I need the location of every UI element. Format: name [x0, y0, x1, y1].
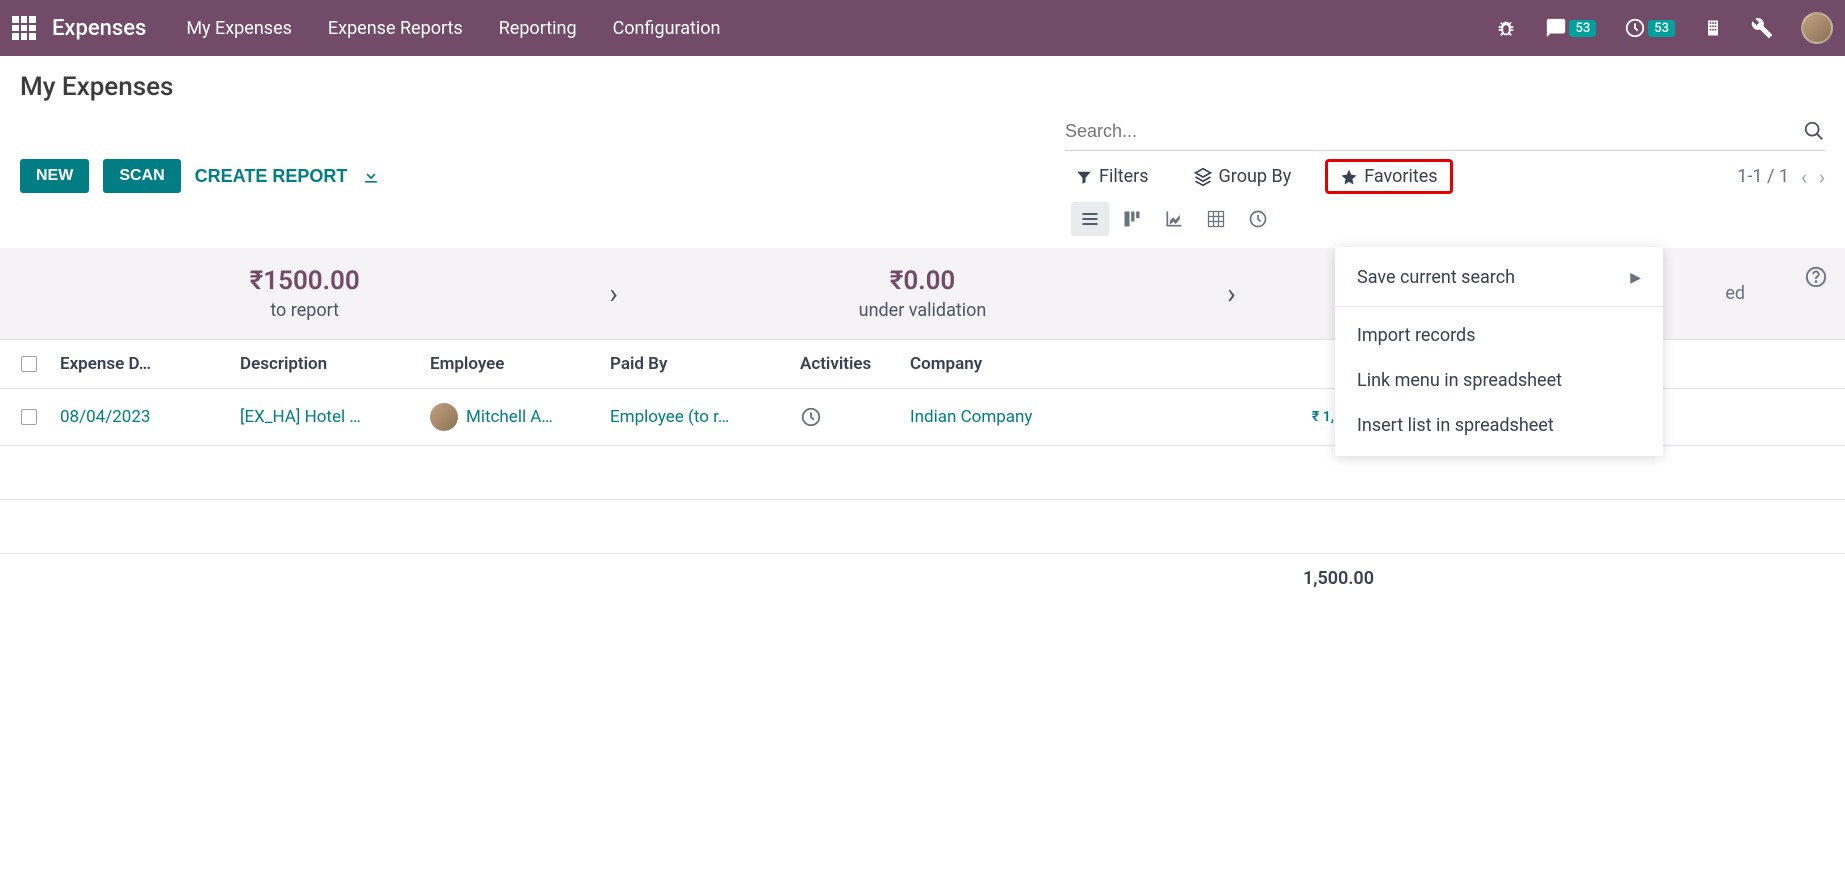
- groupby-label: Group By: [1219, 166, 1292, 187]
- cell-date[interactable]: 08/04/2023: [54, 407, 234, 427]
- search-icon[interactable]: [1803, 120, 1825, 142]
- th-employee[interactable]: Employee: [424, 354, 604, 374]
- kpi-arrow-icon: ›: [589, 277, 637, 310]
- footer-total: 1,500.00: [1184, 568, 1384, 589]
- spacer-row: [0, 500, 1845, 554]
- dropdown-separator: [1335, 306, 1663, 307]
- pager-text: 1-1 / 1: [1737, 166, 1789, 187]
- tools-icon[interactable]: [1751, 17, 1773, 39]
- building-icon[interactable]: [1703, 18, 1723, 38]
- scan-button[interactable]: SCAN: [103, 159, 180, 193]
- download-icon[interactable]: [361, 166, 381, 186]
- bug-icon[interactable]: [1495, 17, 1517, 39]
- row-checkbox[interactable]: [21, 409, 37, 425]
- groupby-button[interactable]: Group By: [1183, 160, 1302, 193]
- dropdown-insert-label: Insert list in spreadsheet: [1357, 415, 1554, 436]
- th-description[interactable]: Description: [234, 354, 424, 374]
- search-input[interactable]: [1065, 121, 1803, 142]
- dropdown-insert-list[interactable]: Insert list in spreadsheet: [1335, 403, 1663, 448]
- view-switcher: [1065, 202, 1825, 236]
- cell-paidby[interactable]: Employee (to r…: [604, 407, 794, 427]
- kpi-to-report-label: to report: [20, 300, 589, 321]
- table-footer: 1,500.00: [0, 554, 1845, 603]
- kpi-under-validation[interactable]: ₹0.00 under validation: [638, 266, 1207, 321]
- help-icon[interactable]: [1805, 266, 1827, 288]
- view-graph-icon[interactable]: [1155, 202, 1193, 236]
- header-right: Filters Group By Favorites 1-1 / 1 ‹ › S…: [1065, 116, 1825, 236]
- dropdown-save-label: Save current search: [1357, 267, 1515, 288]
- top-nav: Expenses My Expenses Expense Reports Rep…: [0, 0, 1845, 56]
- cell-company[interactable]: Indian Company: [904, 407, 1184, 427]
- nav-reporting[interactable]: Reporting: [499, 18, 577, 39]
- clock-icon[interactable]: 53: [1624, 17, 1675, 39]
- pager-next-icon[interactable]: ›: [1819, 165, 1825, 189]
- page-title: My Expenses: [20, 72, 1825, 102]
- toolbar-row: Filters Group By Favorites 1-1 / 1 ‹ › S…: [1065, 159, 1825, 194]
- th-paidby[interactable]: Paid By: [604, 354, 794, 374]
- kpi-to-report-value: ₹1500.00: [20, 266, 589, 296]
- create-report-button[interactable]: CREATE REPORT: [195, 166, 348, 187]
- view-pivot-icon[interactable]: [1197, 202, 1235, 236]
- cell-activities[interactable]: [794, 406, 904, 428]
- th-activities[interactable]: Activities: [794, 354, 904, 374]
- apps-icon[interactable]: [12, 16, 36, 40]
- cell-description[interactable]: [EX_HA] Hotel …: [234, 407, 424, 427]
- pager-prev-icon[interactable]: ‹: [1801, 165, 1807, 189]
- nav-my-expenses[interactable]: My Expenses: [186, 18, 292, 39]
- kpi-under-label: under validation: [638, 300, 1207, 321]
- dropdown-import[interactable]: Import records: [1335, 313, 1663, 358]
- search-bar: [1065, 116, 1825, 151]
- chat-icon[interactable]: 53: [1545, 17, 1596, 39]
- chat-badge: 53: [1569, 20, 1596, 37]
- favorites-button[interactable]: Favorites: [1325, 159, 1452, 194]
- view-list-icon[interactable]: [1071, 202, 1109, 236]
- app-brand[interactable]: Expenses: [52, 16, 146, 41]
- filters-label: Filters: [1099, 166, 1149, 187]
- employee-name: Mitchell A…: [466, 407, 553, 427]
- new-button[interactable]: NEW: [20, 159, 89, 193]
- header-actions: NEW SCAN CREATE REPORT: [20, 159, 381, 193]
- th-date[interactable]: Expense D…: [54, 354, 234, 374]
- th-company[interactable]: Company: [904, 354, 1184, 374]
- clock-badge: 53: [1648, 20, 1675, 37]
- kpi-under-value: ₹0.00: [638, 266, 1207, 296]
- select-all-checkbox[interactable]: [21, 356, 37, 372]
- topnav-right: 53 53: [1495, 12, 1833, 44]
- kpi-arrow-icon: ›: [1207, 277, 1255, 310]
- favorites-label: Favorites: [1364, 166, 1437, 187]
- favorites-dropdown: Save current search ▶ Import records Lin…: [1335, 247, 1663, 456]
- nav-expense-reports[interactable]: Expense Reports: [328, 18, 463, 39]
- nav-configuration[interactable]: Configuration: [613, 18, 721, 39]
- filters-button[interactable]: Filters: [1065, 160, 1159, 193]
- pager: 1-1 / 1 ‹ ›: [1737, 165, 1825, 189]
- view-activity-icon[interactable]: [1239, 202, 1277, 236]
- kpi-to-report[interactable]: ₹1500.00 to report: [20, 266, 589, 321]
- page-header: My Expenses NEW SCAN CREATE REPORT Filte…: [0, 56, 1845, 248]
- view-kanban-icon[interactable]: [1113, 202, 1151, 236]
- user-avatar[interactable]: [1801, 12, 1833, 44]
- dropdown-link-menu[interactable]: Link menu in spreadsheet: [1335, 358, 1663, 403]
- employee-avatar: [430, 403, 458, 431]
- caret-right-icon: ▶: [1630, 270, 1641, 286]
- cell-employee[interactable]: Mitchell A…: [424, 403, 604, 431]
- dropdown-link-label: Link menu in spreadsheet: [1357, 370, 1562, 391]
- nav-items: My Expenses Expense Reports Reporting Co…: [186, 18, 720, 39]
- dropdown-save-search[interactable]: Save current search ▶: [1335, 255, 1663, 300]
- dropdown-import-label: Import records: [1357, 325, 1476, 346]
